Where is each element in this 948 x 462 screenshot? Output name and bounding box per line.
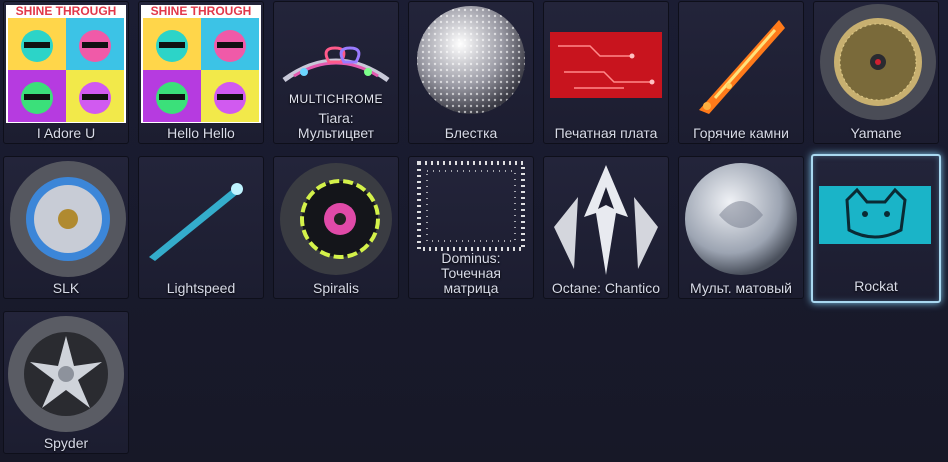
item-name: Rockat xyxy=(854,278,898,294)
item-tile-tiara[interactable]: MULTICHROME Tiara: Мультицвет xyxy=(273,1,399,144)
item-tile-octane-chantico[interactable]: Octane: Chantico xyxy=(543,156,669,299)
item-name: Spiralis xyxy=(313,280,359,296)
item-tile-goryachie-kamni[interactable]: Горячие камни xyxy=(678,1,804,144)
multichrome-badge: MULTICHROME xyxy=(289,92,383,106)
wheel-icon xyxy=(820,4,936,120)
item-tile-lightspeed[interactable]: Lightspeed xyxy=(138,156,264,299)
banner-text: SHINE THROUGH xyxy=(151,4,252,18)
hot-rocks-trail-icon xyxy=(699,20,785,114)
item-name: Мульт. матовый xyxy=(690,280,792,296)
item-name: Yamane xyxy=(850,125,902,141)
tribal-decal-icon xyxy=(554,165,658,275)
wheel-icon xyxy=(10,161,126,277)
inventory-grid: SHINE THROUGH I Adore U SHINE THROUGH He… xyxy=(0,0,948,462)
item-name: Hello Hello xyxy=(167,125,235,141)
item-name: SLK xyxy=(52,280,80,296)
matte-ball-icon xyxy=(685,163,797,275)
sticker-art-icon: SHINE THROUGH xyxy=(6,4,126,123)
item-tile-spiralis[interactable]: Spiralis xyxy=(273,156,399,299)
lightspeed-trail-icon xyxy=(149,183,243,261)
item-tile-yamane[interactable]: Yamane xyxy=(813,1,939,144)
item-tile-blestka[interactable]: Блестка xyxy=(408,1,534,144)
item-name: Печатная плата xyxy=(554,125,658,141)
wheel-icon xyxy=(280,163,392,275)
sparkle-ball-icon xyxy=(417,6,525,114)
item-name: Lightspeed xyxy=(166,280,236,296)
sticker-art-icon: SHINE THROUGH xyxy=(141,4,261,123)
item-name: Dominus: Точечная матрица xyxy=(441,250,501,296)
item-tile-i-adore-u[interactable]: SHINE THROUGH I Adore U xyxy=(3,1,129,144)
item-tile-pechatnaya-plata[interactable]: Печатная плата xyxy=(543,1,669,144)
item-name: Octane: Chantico xyxy=(551,280,661,296)
item-name: Tiara: Мультицвет xyxy=(297,110,375,141)
cat-decal-icon xyxy=(819,186,931,244)
tiara-icon xyxy=(282,46,390,83)
item-tile-rockat[interactable]: Rockat xyxy=(811,154,941,303)
item-name: Spyder xyxy=(43,435,89,451)
item-name: Горячие камни xyxy=(693,125,789,141)
item-name: I Adore U xyxy=(36,125,96,141)
banner-text: SHINE THROUGH xyxy=(16,4,117,18)
item-tile-mult-matovyi[interactable]: Мульт. матовый xyxy=(678,156,804,299)
item-tile-dominus[interactable]: Dominus: Точечная матрица xyxy=(408,156,534,299)
item-tile-hello-hello[interactable]: SHINE THROUGH Hello Hello xyxy=(138,1,264,144)
circuit-board-icon xyxy=(550,32,662,98)
item-tile-spyder[interactable]: Spyder xyxy=(3,311,129,454)
item-tile-slk[interactable]: SLK xyxy=(3,156,129,299)
wheel-icon xyxy=(8,316,124,432)
item-name: Блестка xyxy=(444,125,498,141)
